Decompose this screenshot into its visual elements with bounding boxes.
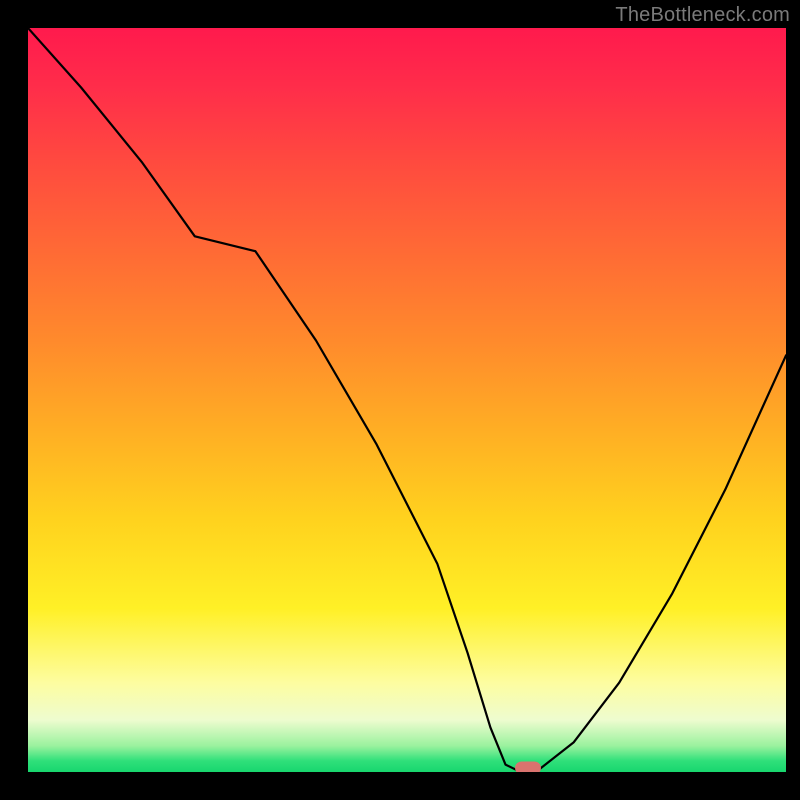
optimal-marker: [515, 762, 541, 772]
bottleneck-curve: [28, 28, 786, 772]
plot-area: [28, 28, 786, 772]
watermark-text: TheBottleneck.com: [615, 4, 790, 27]
chart-frame: TheBottleneck.com: [0, 0, 800, 800]
curve-path: [28, 28, 786, 772]
